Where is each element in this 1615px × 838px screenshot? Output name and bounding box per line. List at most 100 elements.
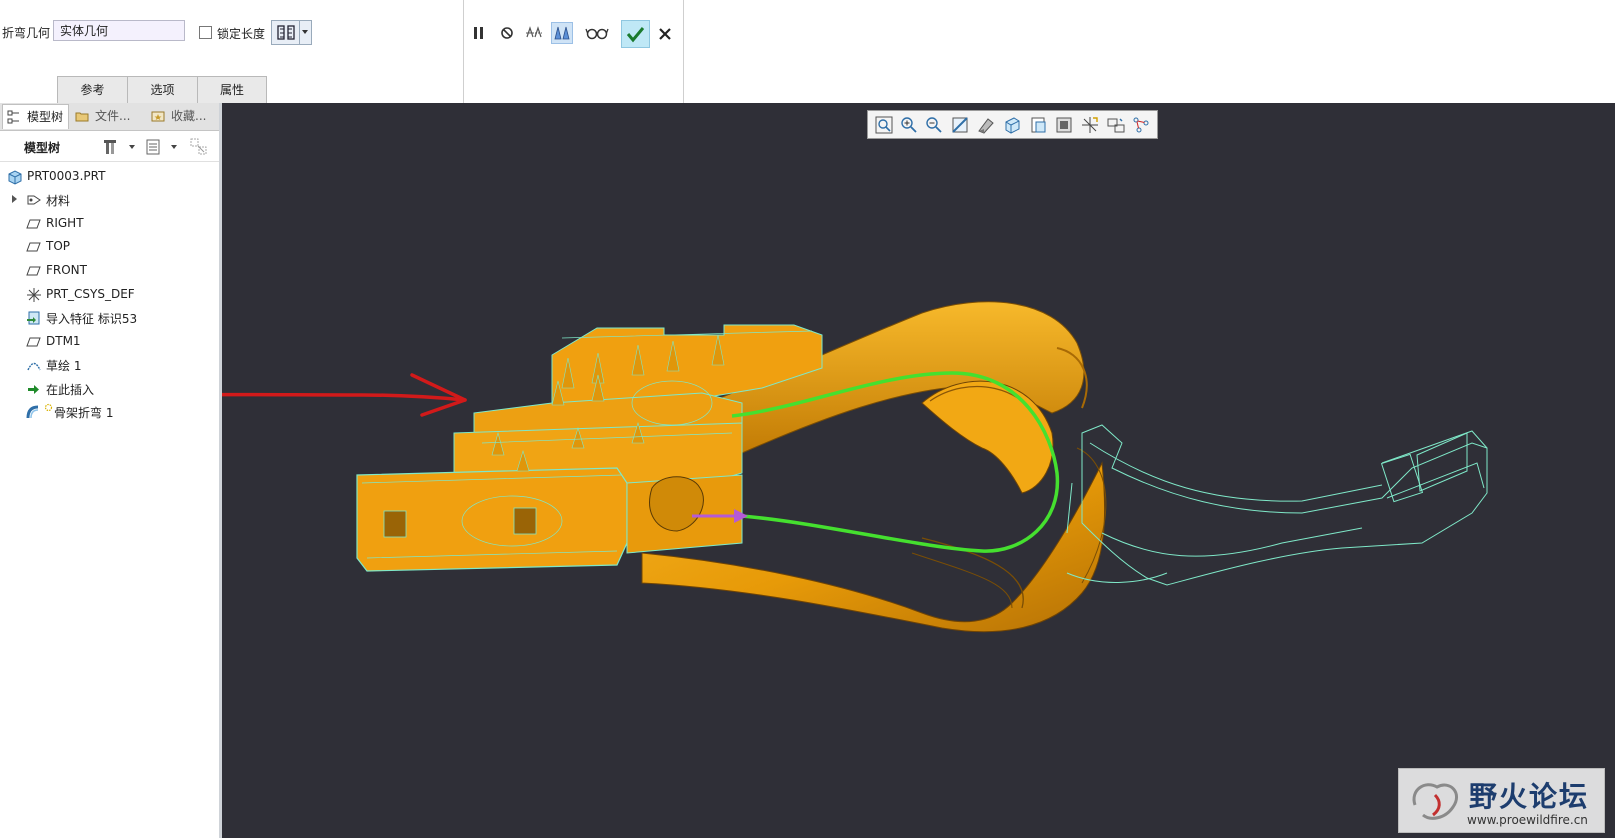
spin-center-icon[interactable]: [1106, 115, 1126, 135]
lock-length-label: 锁定长度: [217, 27, 266, 41]
tree-item-csys[interactable]: PRT_CSYS_DEF: [0, 284, 219, 306]
datum-plane-icon: [26, 337, 41, 347]
tree-item-label: DTM1: [46, 334, 81, 348]
display-style-icon[interactable]: [1054, 115, 1074, 135]
settings-dropdown-arrow[interactable]: [129, 145, 135, 149]
model-view[interactable]: [222, 103, 1615, 838]
glasses-icon: [585, 28, 609, 40]
tree-filter-icon[interactable]: [189, 137, 209, 157]
tree-item-label: 导入特征 标识53: [46, 312, 138, 326]
stop-button[interactable]: [496, 22, 518, 44]
bend-geometry-select[interactable]: 实体几何: [53, 20, 185, 41]
dashboard-settings-section: 折弯几何 实体几何 锁定长度 参考 选项 属性: [0, 0, 464, 103]
tab-model-tree[interactable]: 模型树: [2, 104, 69, 129]
shading-icon[interactable]: [976, 115, 996, 135]
length-adjust-icon: [277, 25, 295, 40]
attached-preview-button[interactable]: [551, 22, 573, 44]
preview-icon: [526, 26, 542, 38]
import-feature-icon: [27, 311, 40, 325]
length-adjust-button[interactable]: [271, 20, 312, 45]
tree-item-label: 草绘 1: [46, 359, 82, 373]
part-icon: [8, 170, 22, 185]
navigator-panel: 模型树 文件... 收藏... 模型树 PRT0003.PRT 材料 RIGHT…: [0, 103, 222, 838]
verify-button[interactable]: [584, 22, 610, 44]
expand-arrow-icon[interactable]: [12, 195, 17, 203]
feature-dashboard: 折弯几何 实体几何 锁定长度 参考 选项 属性: [0, 0, 1615, 104]
view-manager-icon[interactable]: [1028, 115, 1048, 135]
tree-item-label: TOP: [46, 239, 71, 253]
tree-item-label: 骨架折弯 1: [54, 406, 114, 420]
material-icon: [27, 195, 41, 205]
pause-button[interactable]: [468, 22, 490, 44]
tree-item-label: PRT0003.PRT: [27, 169, 106, 183]
attached-preview-icon: [554, 26, 570, 40]
tree-item-spinal-bend[interactable]: 骨架折弯 1: [0, 401, 219, 423]
repaint-icon[interactable]: [950, 115, 970, 135]
tree-item-front[interactable]: FRONT: [0, 260, 219, 282]
new-feature-marker-icon: [44, 403, 53, 412]
tree-item-import-feature[interactable]: 导入特征 标识53: [0, 307, 219, 329]
tree-item-material[interactable]: 材料: [0, 189, 219, 211]
show-options-icon[interactable]: [144, 137, 164, 157]
forum-watermark: 野火论坛 www.proewildfire.cn: [1398, 768, 1605, 833]
model-tree-header: 模型树: [0, 131, 219, 162]
spinal-bend-icon: [26, 405, 39, 419]
ok-button[interactable]: [621, 20, 650, 48]
bend-geometry-label: 折弯几何: [2, 26, 51, 40]
tab-favorites[interactable]: 收藏...: [147, 104, 219, 129]
tree-item-label: RIGHT: [46, 216, 84, 230]
settings-tools-icon[interactable]: [102, 137, 122, 157]
forum-logo-icon: [1412, 783, 1459, 820]
tree-item-right[interactable]: RIGHT: [0, 213, 219, 235]
tree-item-part[interactable]: PRT0003.PRT: [0, 166, 219, 188]
folder-icon: [75, 112, 89, 122]
model-tree-title: 模型树: [24, 141, 61, 155]
dashboard-controls-section: [464, 0, 684, 103]
tree-item-label: PRT_CSYS_DEF: [46, 287, 135, 301]
watermark-title: 野火论坛: [1469, 780, 1590, 813]
tree-item-sketch[interactable]: 草绘 1: [0, 354, 219, 376]
navigator-tabs: 模型树 文件... 收藏...: [0, 103, 219, 131]
csys-icon: [27, 288, 41, 302]
tab-folder-browser-label: 文件...: [95, 109, 131, 123]
refit-icon[interactable]: [874, 115, 894, 135]
datum-plane-icon: [26, 266, 41, 276]
datum-display-icon[interactable]: [1080, 115, 1100, 135]
tab-options[interactable]: 选项: [127, 76, 198, 103]
graphics-window[interactable]: 野火论坛 www.proewildfire.cn: [222, 103, 1615, 838]
stop-icon: [501, 27, 513, 39]
tree-item-label: 在此插入: [46, 383, 95, 397]
saved-views-icon[interactable]: [1002, 115, 1022, 135]
annotation-arrow: [222, 373, 467, 417]
show-dropdown-arrow[interactable]: [171, 145, 177, 149]
lock-length-checkbox[interactable]: [199, 26, 212, 39]
tree-item-label: 材料: [46, 194, 71, 208]
check-icon: [626, 27, 645, 43]
tab-folder-browser[interactable]: 文件...: [71, 104, 144, 129]
tab-model-tree-label: 模型树: [27, 110, 64, 124]
zoom-out-icon[interactable]: [924, 115, 944, 135]
model-tree-icon: [7, 110, 19, 124]
annotation-icon[interactable]: [1131, 115, 1151, 135]
cancel-button[interactable]: [655, 24, 675, 44]
zoom-in-icon[interactable]: [899, 115, 919, 135]
original-geometry-wireframe: [1066, 424, 1488, 586]
tree-item-dtm1[interactable]: DTM1: [0, 331, 219, 353]
tree-item-insert-here[interactable]: 在此插入: [0, 378, 219, 400]
tab-favorites-label: 收藏...: [171, 109, 207, 123]
pause-icon: [474, 27, 483, 39]
insert-here-icon: [28, 385, 39, 394]
length-adjust-dropdown[interactable]: [299, 21, 311, 44]
close-icon: [659, 28, 671, 40]
datum-plane-icon: [26, 242, 41, 252]
datum-plane-icon: [26, 219, 41, 229]
tab-properties[interactable]: 属性: [197, 76, 267, 103]
tab-references[interactable]: 参考: [57, 76, 128, 103]
favorites-icon: [151, 111, 165, 122]
sketch-icon: [27, 362, 41, 371]
watermark-url: www.proewildfire.cn: [1467, 813, 1588, 827]
tree-item-label: FRONT: [46, 263, 87, 277]
view-toolbar: [867, 110, 1158, 139]
preview-button[interactable]: [523, 22, 545, 44]
tree-item-top[interactable]: TOP: [0, 236, 219, 258]
